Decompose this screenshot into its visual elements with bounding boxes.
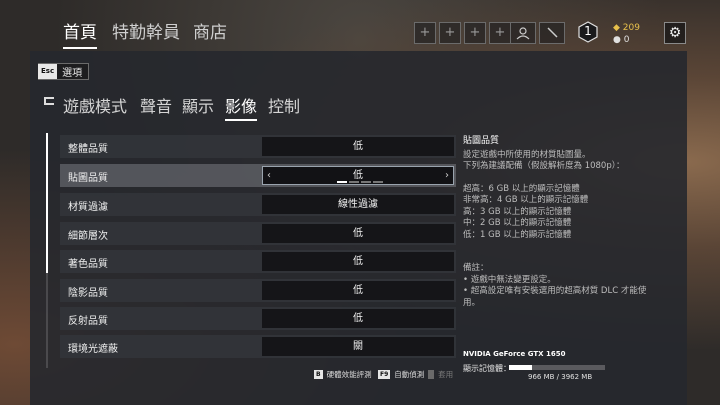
gpu-name: NVIDIA GeForce GTX 1650 [463,350,566,358]
back-label: 選項 [62,68,83,79]
setting-row-lod[interactable]: 細節層次 低 [60,222,456,245]
note-3: 用。 [463,297,481,308]
renown-amount: 209 [622,23,640,33]
setting-row-shadow-quality[interactable]: 陰影品質 低 [60,279,456,302]
setting-label: 反射品質 [68,316,108,327]
setting-label: 貼圖品質 [68,173,108,184]
setting-row-texture-quality[interactable]: 貼圖品質 ‹ 低 › [60,164,456,187]
req-high: 高：3 GB 以上的顯示記憶體 [463,206,572,217]
chevron-left-icon[interactable]: ‹ [267,167,271,184]
settings-gear-button[interactable]: ⚙ [664,22,686,44]
setting-label: 細節層次 [68,231,108,242]
tab-shop[interactable]: 商店 [193,18,227,43]
gear-icon: ⚙ [668,25,682,41]
req-medium: 中：2 GB 以上的顯示記憶體 [463,218,572,228]
setting-row-shading-quality[interactable]: 著色品質 低 [60,250,456,273]
tab-operators[interactable]: 特勤幹員 [112,18,180,43]
setting-description: 貼圖品質 設定遊戲中所使用的材質貼圖量。 下列為建議配備（假設解析度為 1080… [463,136,683,309]
tab-controls[interactable]: 控制 [268,93,300,117]
option-pips [337,181,383,183]
info-title: 貼圖品質 [463,136,500,146]
back-button[interactable]: Esc 選項 [38,63,90,80]
player-level-badge[interactable]: 1 [578,21,598,43]
vram-bar-fill [509,365,532,370]
vram-label: 顯示記憶體： [463,364,511,373]
apply-button[interactable]: 套用 [428,369,453,380]
apply-key-icon [428,370,435,379]
credits-amount: 0 [623,35,630,45]
req-low: 低：1 GB 以上的顯示記憶體 [463,229,572,240]
tab-home[interactable]: 首頁 [63,18,97,49]
req-very-high: 非常高：4 GB 以上的顯示記憶體 [463,195,589,205]
currency-display: ◆ 209 ● 0 [613,22,640,46]
setting-label: 著色品質 [68,259,108,270]
social-buttons [510,22,565,44]
benchmark-button[interactable]: B 硬體效能評測 [314,369,372,380]
benchmark-label: 硬體效能評測 [326,370,372,379]
add-squad-slot-3[interactable]: + [464,22,486,44]
chevron-right-icon[interactable]: › [445,167,449,184]
req-ultra: 超高：6 GB 以上的顯示記憶體 [463,183,580,194]
setting-value[interactable]: 低 [262,224,454,243]
add-squad-slot-2[interactable]: + [439,22,461,44]
setting-label: 陰影品質 [68,288,108,299]
esc-key-icon: Esc [38,64,58,79]
apply-label: 套用 [438,370,454,379]
key-f9-icon: F9 [378,370,391,379]
credits-icon: ● [613,35,621,45]
info-description-1: 設定遊戲中所使用的材質貼圖量。 [463,149,591,160]
setting-value[interactable]: 低 [262,137,454,156]
setting-row-reflection-quality[interactable]: 反射品質 低 [60,307,456,330]
setting-value[interactable]: 低 [262,252,454,271]
setting-value[interactable]: 線性過濾 [262,195,454,214]
add-squad-slot-4[interactable]: + [489,22,511,44]
note-title: 備註： [463,263,489,273]
note-1: • 遊戲中無法變更設定。 [463,274,556,285]
key-b-icon: B [314,370,323,379]
tab-display[interactable]: 顯示 [182,93,214,117]
profile-icon[interactable] [510,22,536,44]
prev-tab-icon[interactable] [44,96,54,106]
top-nav: 首頁 特勤幹員 商店 + + + + 1 ◆ 209 ● 0 ⚙ [0,0,720,49]
edit-icon[interactable] [539,22,565,44]
setting-row-overall-quality[interactable]: 整體品質 低 [60,135,456,158]
info-description-2: 下列為建議配備（假設解析度為 1080p）： [463,161,625,171]
setting-value[interactable]: 低 [262,309,454,328]
vram-usage: 966 MB / 3962 MB [528,373,593,381]
tab-game-modes[interactable]: 遊戲模式 [63,93,127,117]
note-2: • 超高設定唯有安裝選用的超高材質 DLC 才能使 [463,286,647,296]
setting-value-selector[interactable]: ‹ 低 › [262,166,454,185]
autodetect-label: 自動偵測 [394,370,425,379]
autodetect-button[interactable]: F9 自動偵測 [378,369,424,380]
setting-label: 材質過濾 [68,202,108,213]
add-squad-slot-1[interactable]: + [414,22,436,44]
setting-value[interactable]: 關 [262,337,454,356]
setting-row-ambient-occlusion[interactable]: 環境光遮蔽 關 [60,335,456,358]
player-level: 1 [584,24,592,38]
tab-graphics[interactable]: 影像 [225,93,258,121]
setting-value[interactable]: 低 [262,281,454,300]
setting-label: 整體品質 [68,144,108,155]
setting-value: 低 [353,170,363,181]
tab-audio[interactable]: 聲音 [140,93,172,117]
squad-slots: + + + + [414,22,511,44]
setting-label: 環境光遮蔽 [68,344,118,355]
scrollbar-thumb[interactable] [46,133,48,273]
setting-row-texture-filtering[interactable]: 材質過濾 線性過濾 [60,193,456,216]
renown-icon: ◆ [613,23,620,33]
